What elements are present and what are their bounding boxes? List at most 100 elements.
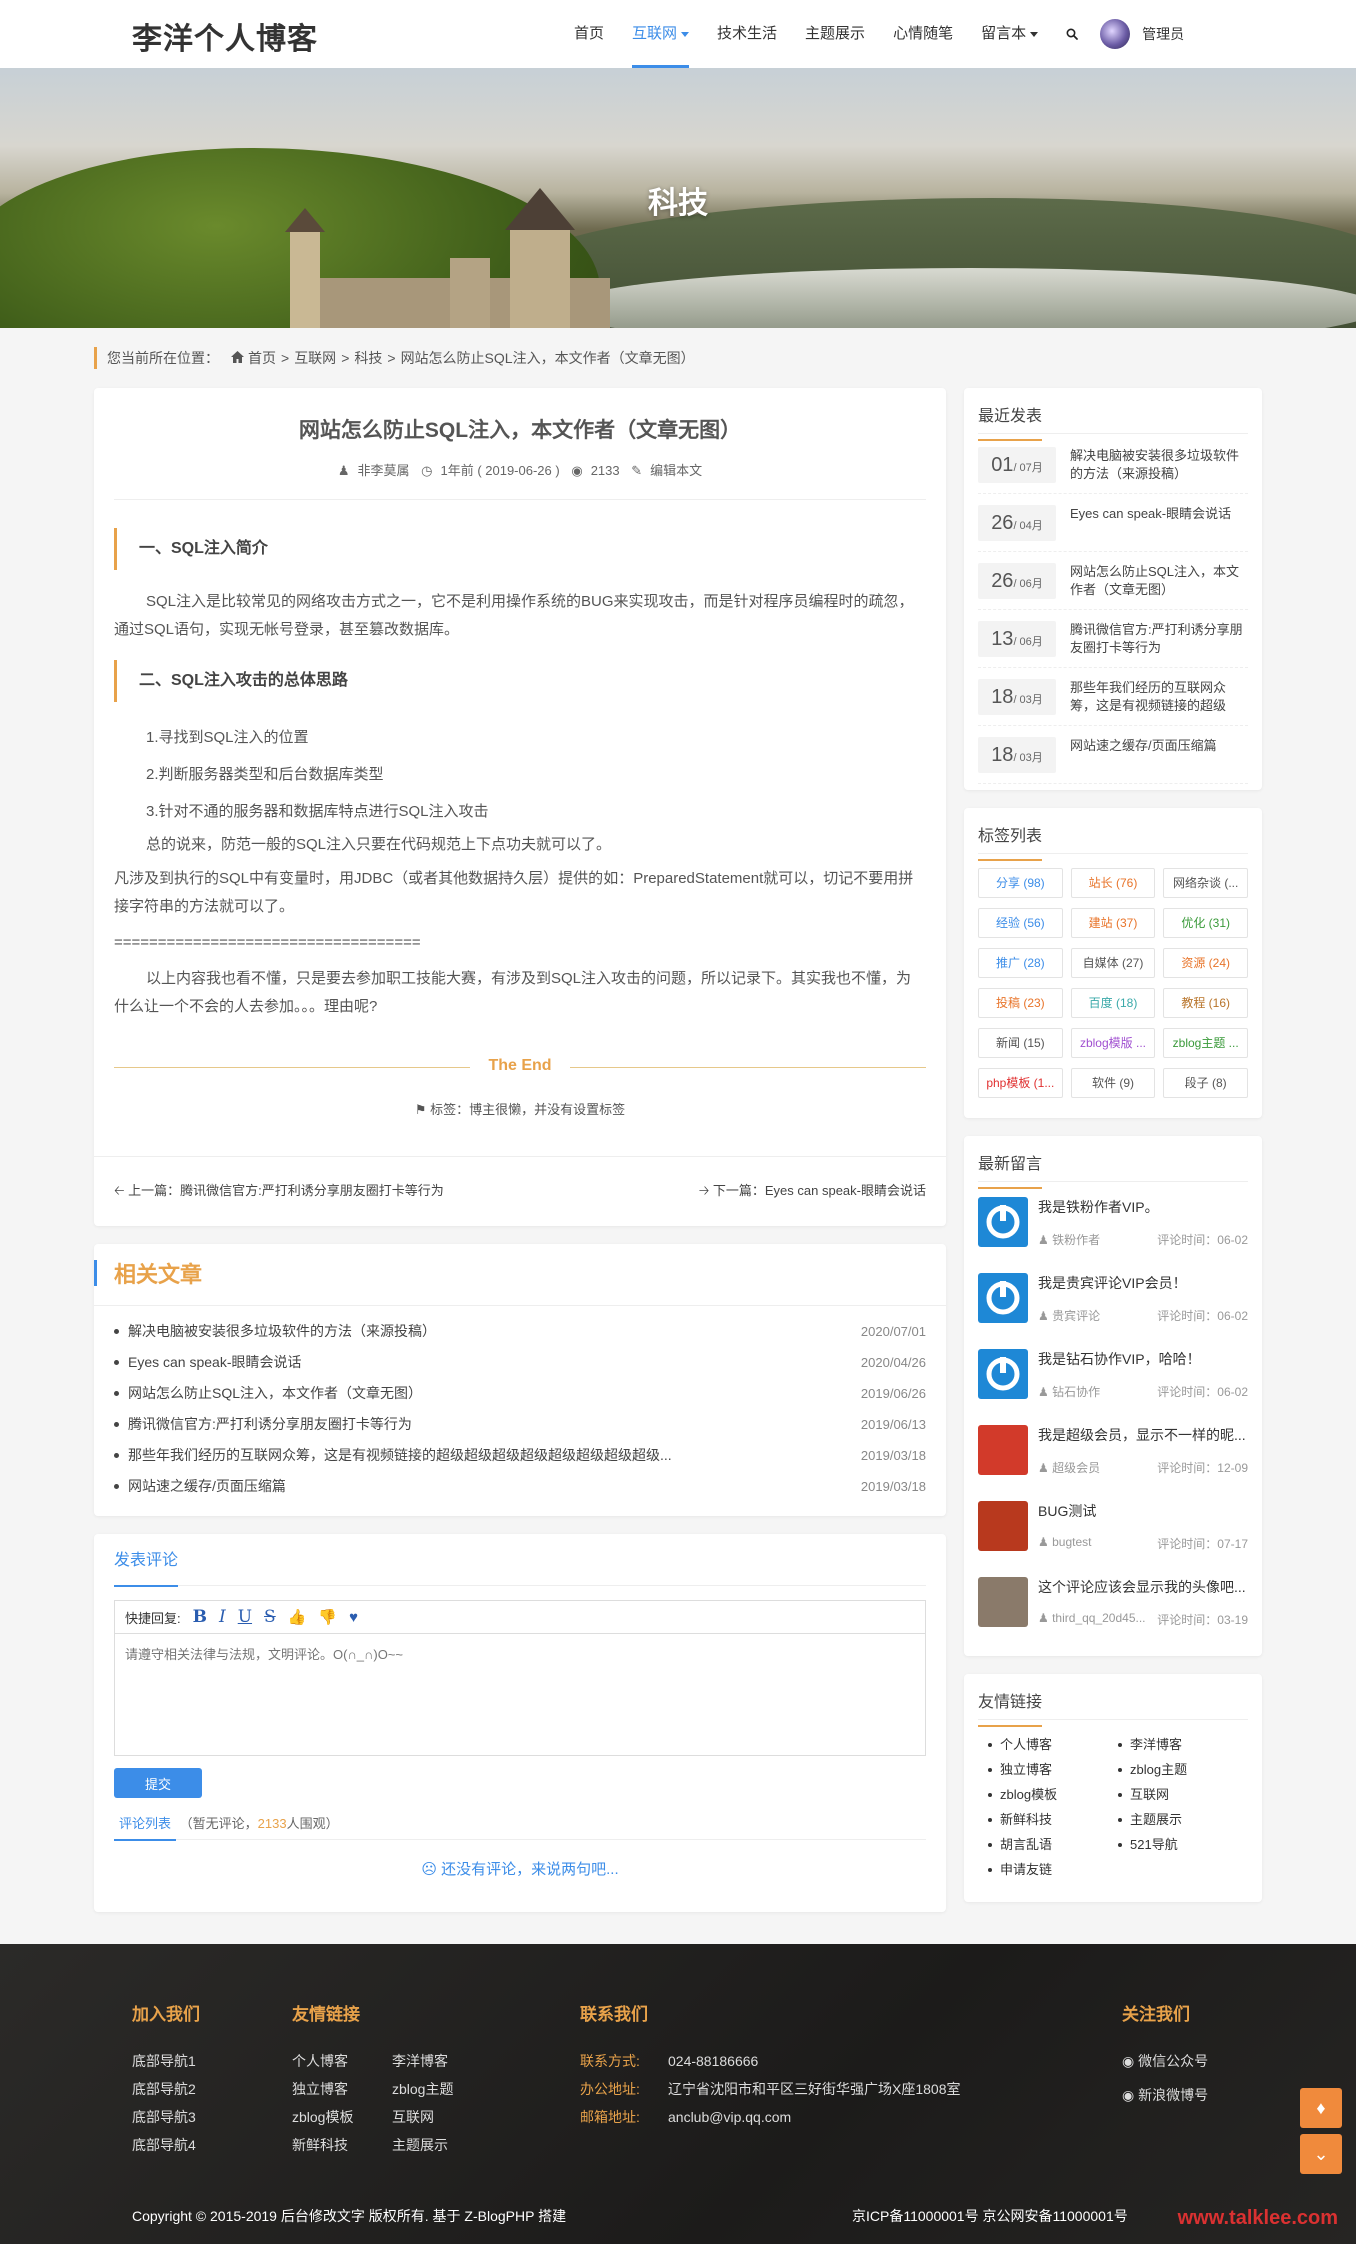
related-title-link[interactable]: 腾讯微信官方:严打利诱分享朋友圈打卡等行为 <box>114 1409 412 1440</box>
avatar[interactable] <box>978 1577 1028 1627</box>
footer-friend-link[interactable]: 主题展示 <box>392 2131 482 2159</box>
tag-link[interactable]: 经验 (56) <box>978 908 1063 938</box>
comment-text[interactable]: 我是铁粉作者VIP。 <box>1038 1197 1248 1217</box>
post-title-link[interactable]: Eyes can speak-眼睛会说话 <box>1070 505 1248 541</box>
contact-email[interactable]: anclub@vip.qq.com <box>668 2109 791 2125</box>
tag-link[interactable]: zblog主题 ... <box>1163 1028 1248 1058</box>
tag-link[interactable]: 百度 (18) <box>1070 988 1156 1018</box>
breadcrumb-internet[interactable]: 互联网 <box>294 348 336 368</box>
tag-link[interactable]: zblog模版 ... <box>1070 1028 1156 1058</box>
comment-text[interactable]: 我是贵宾评论VIP会员！ <box>1038 1273 1248 1293</box>
qq-float-button[interactable]: ♦ <box>1300 2088 1342 2128</box>
avatar[interactable] <box>978 1349 1028 1399</box>
tag-link[interactable]: 建站 (37) <box>1070 908 1156 938</box>
recent-post-item[interactable]: 01/ 07月 解决电脑被安装很多垃圾软件的方法（来源投稿） <box>978 436 1248 494</box>
breadcrumb-tech[interactable]: 科技 <box>354 348 382 368</box>
footer-friend-link[interactable]: 互联网 <box>392 2103 482 2131</box>
comment-item[interactable]: 我是铁粉作者VIP。 ♟ 铁粉作者 评论时间：06-02 <box>978 1184 1248 1260</box>
related-title-link[interactable]: 网站怎么防止SQL注入，本文作者（文章无图） <box>114 1378 422 1409</box>
list-item[interactable]: 解决电脑被安装很多垃圾软件的方法（来源投稿） 2020/07/01 <box>114 1316 926 1347</box>
comment-item[interactable]: 我是超级会员，显示不一样的昵... ♟ 超级会员 评论时间：12-09 <box>978 1412 1248 1488</box>
post-title-link[interactable]: 腾讯微信官方:严打利诱分享朋友圈打卡等行为 <box>1070 621 1248 657</box>
next-post-link[interactable]: 🡢 下一篇：Eyes can speak-眼睛会说话 <box>699 1180 926 1204</box>
friend-link[interactable]: 申请友链 <box>988 1857 1118 1882</box>
related-title-link[interactable]: Eyes can speak-眼睛会说话 <box>114 1347 302 1378</box>
footer-nav-link[interactable]: 底部导航1 <box>132 2047 200 2075</box>
tag-link[interactable]: 新闻 (15) <box>978 1028 1063 1058</box>
post-title-link[interactable]: 网站怎么防止SQL注入，本文作者（文章无图） <box>1070 563 1248 599</box>
list-item[interactable]: 网站速之缓存/页面压缩篇 2019/03/18 <box>114 1471 926 1502</box>
comment-text[interactable]: 我是超级会员，显示不一样的昵... <box>1038 1425 1248 1445</box>
friend-link[interactable]: 李洋博客 <box>1118 1732 1248 1757</box>
comment-item[interactable]: 这个评论应该会显示我的头像吧... ♟ third_qq_20d45... 评论时间… <box>978 1564 1248 1640</box>
recent-post-item[interactable]: 18/ 03月 网站速之缓存/页面压缩篇 <box>978 726 1248 784</box>
prev-post-link[interactable]: 🡠 上一篇：腾讯微信官方:严打利诱分享朋友圈打卡等行为 <box>114 1180 444 1204</box>
list-item[interactable]: Eyes can speak-眼睛会说话 2020/04/26 <box>114 1347 926 1378</box>
comment-item[interactable]: 我是贵宾评论VIP会员！ ♟ 贵宾评论 评论时间：06-02 <box>978 1260 1248 1336</box>
friend-link[interactable]: zblog模板 <box>988 1782 1118 1807</box>
friend-link[interactable]: 521导航 <box>1118 1832 1248 1857</box>
site-logo[interactable]: 李洋个人博客 <box>132 14 318 58</box>
footer-friend-link[interactable]: zblog模板 <box>292 2103 392 2131</box>
icp-record[interactable]: 京ICP备11000001号 京公网安备11000001号 <box>852 2206 1128 2226</box>
nav-guestbook[interactable]: 留言本 <box>967 0 1052 68</box>
thumbs-up-icon[interactable]: 👍 <box>288 1608 307 1626</box>
related-title-link[interactable]: 那些年我们经历的互联网众筹，这是有视频链接的超级超级超级超级超级超级超级超级..… <box>114 1440 672 1471</box>
friend-link[interactable]: 个人博客 <box>988 1732 1118 1757</box>
friend-link[interactable]: 新鲜科技 <box>988 1807 1118 1832</box>
weibo-link[interactable]: 新浪微博号 <box>1138 2087 1208 2103</box>
tag-link[interactable]: 优化 (31) <box>1163 908 1248 938</box>
tag-link[interactable]: 段子 (8) <box>1163 1068 1248 1098</box>
friend-link[interactable]: 主题展示 <box>1118 1807 1248 1832</box>
nav-internet[interactable]: 互联网 <box>618 0 703 68</box>
post-title-link[interactable]: 网站速之缓存/页面压缩篇 <box>1070 737 1248 773</box>
list-item[interactable]: 那些年我们经历的互联网众筹，这是有视频链接的超级超级超级超级超级超级超级超级..… <box>114 1440 926 1471</box>
tag-link[interactable]: 自媒体 (27) <box>1070 948 1156 978</box>
recent-post-item[interactable]: 13/ 06月 腾讯微信官方:严打利诱分享朋友圈打卡等行为 <box>978 610 1248 668</box>
footer-friend-link[interactable]: 个人博客 <box>292 2047 392 2075</box>
italic-icon[interactable]: I <box>219 1607 226 1627</box>
recent-post-item[interactable]: 18/ 03月 那些年我们经历的互联网众筹，这是有视频链接的超级 <box>978 668 1248 726</box>
search-icon[interactable] <box>1052 0 1092 68</box>
friend-link[interactable]: 胡言乱语 <box>988 1832 1118 1857</box>
tag-link[interactable]: 资源 (24) <box>1163 948 1248 978</box>
footer-friend-link[interactable]: 新鲜科技 <box>292 2131 392 2159</box>
strikethrough-icon[interactable]: S <box>264 1607 276 1627</box>
submit-button[interactable]: 提交 <box>114 1768 202 1798</box>
friend-link[interactable]: zblog主题 <box>1118 1757 1248 1782</box>
wechat-link[interactable]: 微信公众号 <box>1138 2053 1208 2069</box>
nav-themes[interactable]: 主题展示 <box>791 0 879 68</box>
footer-nav-link[interactable]: 底部导航3 <box>132 2103 200 2131</box>
avatar[interactable] <box>978 1425 1028 1475</box>
back-to-top-button[interactable]: ⌄ <box>1300 2134 1342 2174</box>
tag-link[interactable]: 站长 (76) <box>1070 868 1156 898</box>
comment-text[interactable]: BUG测试 <box>1038 1501 1248 1521</box>
related-title-link[interactable]: 解决电脑被安装很多垃圾软件的方法（来源投稿） <box>114 1316 436 1347</box>
underline-icon[interactable]: U <box>238 1607 252 1627</box>
footer-nav-link[interactable]: 底部导航4 <box>132 2131 200 2159</box>
nav-tech[interactable]: 技术生活 <box>703 0 791 68</box>
nav-home[interactable]: 首页 <box>560 0 618 68</box>
comment-list-tab[interactable]: 评论列表 <box>114 1809 177 1841</box>
comment-text[interactable]: 我是钻石协作VIP，哈哈！ <box>1038 1349 1248 1369</box>
comment-textarea[interactable] <box>114 1634 926 1756</box>
footer-nav-link[interactable]: 底部导航2 <box>132 2075 200 2103</box>
edit-article-link[interactable]: 编辑本文 <box>650 463 702 478</box>
heart-icon[interactable]: ♥ <box>349 1609 358 1626</box>
tag-link[interactable]: 分享 (98) <box>978 868 1063 898</box>
list-item[interactable]: 网站怎么防止SQL注入，本文作者（文章无图） 2019/06/26 <box>114 1378 926 1409</box>
tag-link[interactable]: 推广 (28) <box>978 948 1063 978</box>
tag-link[interactable]: 网络杂谈 (... <box>1163 868 1248 898</box>
avatar[interactable] <box>978 1273 1028 1323</box>
thumbs-down-icon[interactable]: 👎 <box>318 1608 337 1626</box>
avatar[interactable] <box>978 1501 1028 1551</box>
recent-post-item[interactable]: 26/ 04月 Eyes can speak-眼睛会说话 <box>978 494 1248 552</box>
post-title-link[interactable]: 解决电脑被安装很多垃圾软件的方法（来源投稿） <box>1070 447 1248 483</box>
user-name[interactable]: 管理员 <box>1142 24 1184 44</box>
friend-link[interactable]: 互联网 <box>1118 1782 1248 1807</box>
footer-friend-link[interactable]: zblog主题 <box>392 2075 482 2103</box>
comment-text[interactable]: 这个评论应该会显示我的头像吧... <box>1038 1577 1248 1597</box>
tag-link[interactable]: 教程 (16) <box>1163 988 1248 1018</box>
related-title-link[interactable]: 网站速之缓存/页面压缩篇 <box>114 1471 286 1502</box>
comment-item[interactable]: 我是钻石协作VIP，哈哈！ ♟ 钻石协作 评论时间：06-02 <box>978 1336 1248 1412</box>
